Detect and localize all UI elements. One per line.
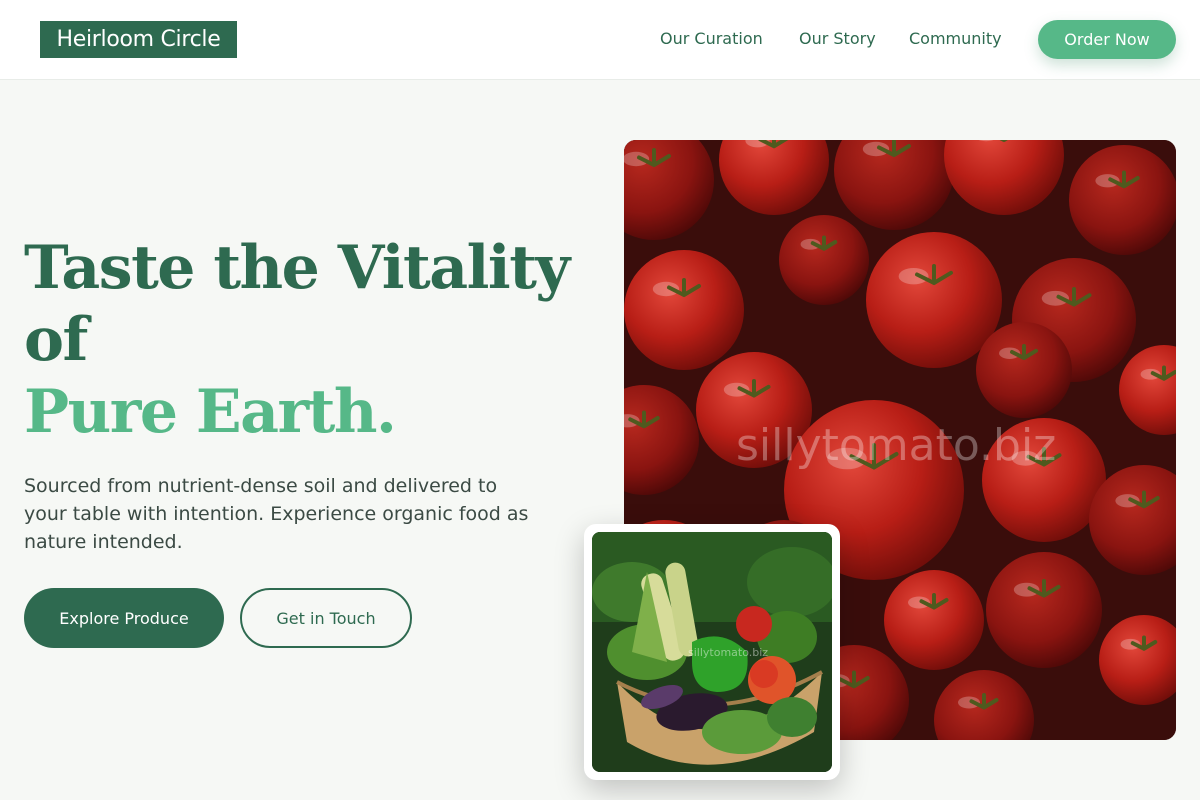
nav-link-our-story[interactable]: Our Story [799, 28, 876, 50]
hero-subtitle: Sourced from nutrient-dense soil and del… [24, 475, 529, 553]
nav-link-our-curation[interactable]: Our Curation [660, 28, 763, 50]
get-in-touch-button[interactable]: Get in Touch [240, 588, 412, 648]
hero-headline-main: Taste the Vitality of [24, 233, 570, 375]
hero-headline: Taste the Vitality of Pure Earth. [24, 232, 604, 448]
order-now-button[interactable]: Order Now [1038, 20, 1176, 59]
hero-headline-accent: Pure Earth. [24, 377, 397, 447]
main-nav: Our Curation Our Story Community [0, 28, 1200, 52]
explore-produce-button[interactable]: Explore Produce [24, 588, 224, 648]
nav-link-community[interactable]: Community [909, 28, 1002, 50]
photo-watermark: sillytomato.biz [736, 420, 1057, 471]
vegetable-basket-card: sillytomato.biz [584, 524, 840, 780]
site-header: Heirloom Circle Our Curation Our Story C… [0, 0, 1200, 80]
card-watermark: sillytomato.biz [688, 646, 769, 659]
vegetable-basket-photo: sillytomato.biz [592, 532, 832, 772]
